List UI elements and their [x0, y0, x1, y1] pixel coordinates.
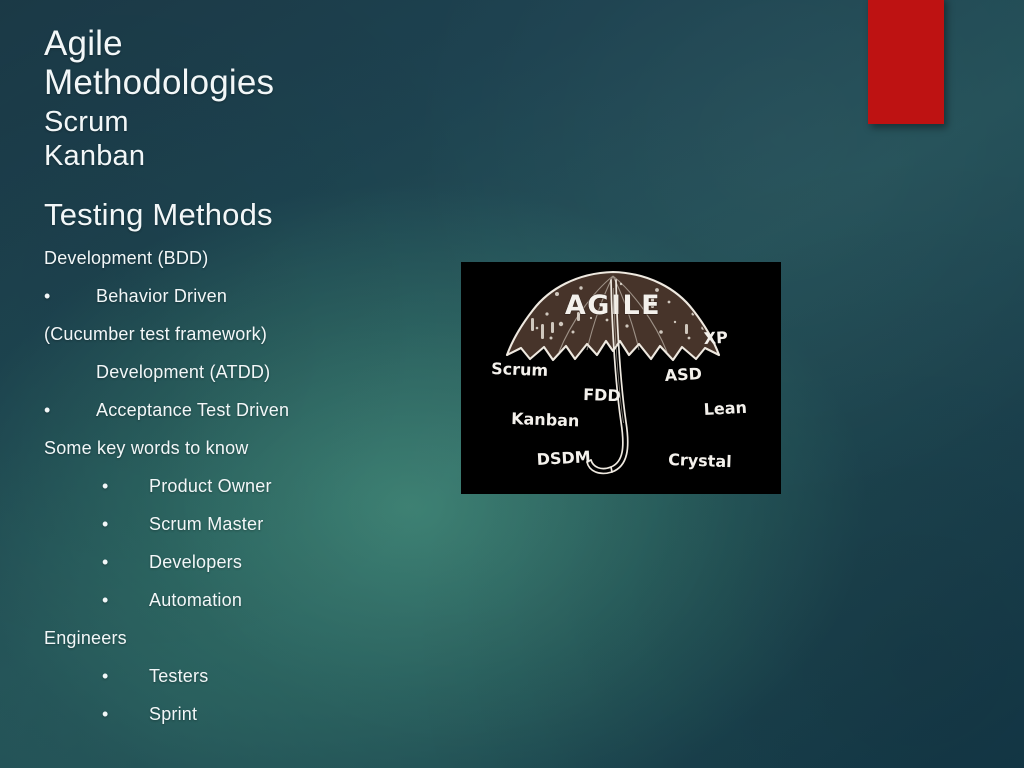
bullet-item: • Automation [102, 588, 242, 612]
body-text-line: Some key words to know [44, 438, 249, 458]
bullet-item: • Sprint [102, 702, 197, 726]
bullet-dot-icon: • [102, 476, 109, 496]
bullet-dot-icon: • [102, 666, 109, 686]
bullet-item: • Behavior Driven [44, 284, 227, 308]
body-text-line: Engineers [44, 628, 127, 648]
umbrella-label: ASD [664, 364, 702, 385]
title-line-methodologies: Methodologies [44, 63, 275, 102]
umbrella-label: XP [703, 328, 728, 348]
bullet-dot-icon: • [102, 514, 109, 534]
bullet-item: • Scrum Master [102, 512, 263, 536]
umbrella-label: Crystal [668, 450, 732, 471]
bullet-item: • Acceptance Test Driven [44, 398, 289, 422]
agile-umbrella-image: AGILE XP Scrum ASD FDD Lean Kanban DSDM Crystal [461, 262, 781, 494]
umbrella-label: Kanban [511, 409, 580, 430]
bullet-item-label: Sprint [149, 704, 198, 724]
title-line-agile: Agile [44, 24, 123, 63]
umbrella-label: DSDM [536, 447, 591, 469]
bullet-item: • Product Owner [102, 474, 272, 498]
red-accent-block [868, 0, 944, 124]
bullet-dot-icon: • [102, 704, 109, 724]
bullet-dot-icon: • [44, 286, 51, 306]
bullet-dot-icon: • [102, 552, 109, 572]
title-line-kanban: Kanban [44, 140, 146, 172]
title-line-scrum: Scrum [44, 106, 129, 138]
bullet-dot-icon: • [44, 400, 51, 420]
bullet-item: • Developers [102, 550, 242, 574]
bullet-item-label: Automation [149, 590, 243, 610]
bullet-item-label: Behavior Driven [96, 286, 228, 306]
body-text-line: Development (ATDD) [96, 362, 271, 382]
bullet-item-label: Testers [149, 666, 209, 686]
bullet-item-label: Scrum Master [149, 514, 264, 534]
bullet-item-label: Acceptance Test Driven [96, 400, 290, 420]
bullet-item: • Testers [102, 664, 208, 688]
body-text-line: Development (BDD) [44, 248, 209, 268]
umbrella-label: Scrum [491, 359, 549, 380]
slide-canvas: Agile Methodologies Scrum Kanban Testing… [0, 0, 1024, 768]
section-heading-testing-methods: Testing Methods [44, 197, 273, 232]
canopy-label-agile: AGILE [565, 290, 661, 321]
umbrella-drawing: AGILE XP Scrum ASD FDD Lean Kanban DSDM Crystal [461, 262, 781, 494]
bullet-item-label: Developers [149, 552, 243, 572]
bullet-dot-icon: • [102, 590, 109, 610]
body-text-line: (Cucumber test framework) [44, 324, 268, 344]
bullet-item-label: Product Owner [149, 476, 272, 496]
umbrella-label: Lean [703, 398, 747, 419]
umbrella-label: FDD [583, 385, 621, 405]
